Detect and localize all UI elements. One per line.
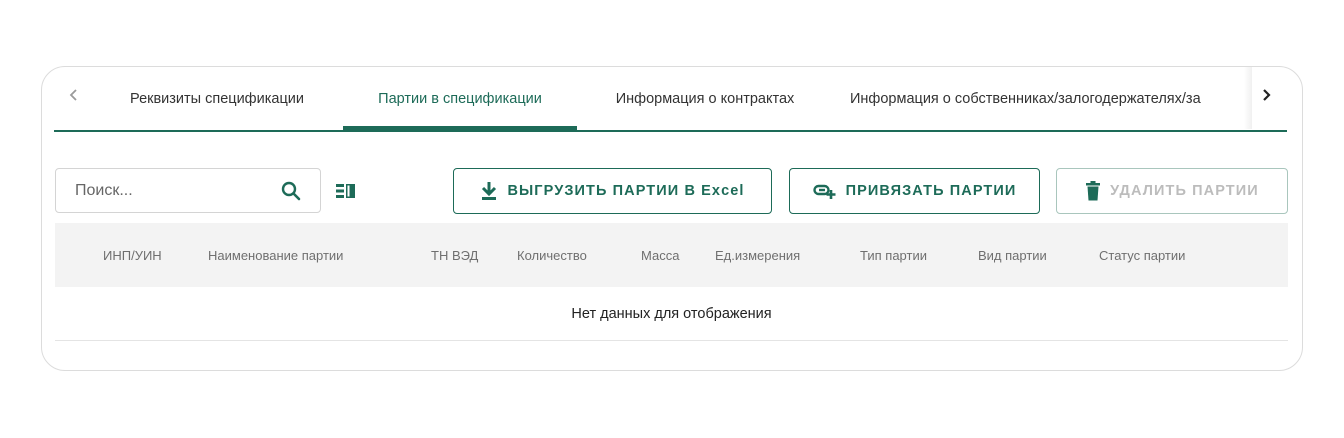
search-input[interactable]	[57, 170, 267, 211]
tab-requisites[interactable]: Реквизиты спецификации	[112, 67, 322, 131]
column-header-mass[interactable]: Масса	[641, 223, 679, 287]
export-excel-label: ВЫГРУЗИТЬ ПАРТИИ В Excel	[507, 183, 745, 199]
table-bottom-border	[55, 340, 1288, 341]
column-header-inp[interactable]: ИНП/УИН	[103, 223, 162, 287]
column-header-unit[interactable]: Ед.измерения	[715, 223, 800, 287]
column-header-tnved[interactable]: ТН ВЭД	[431, 223, 478, 287]
table-header: ИНП/УИН Наименование партии ТН ВЭД Колич…	[55, 223, 1288, 287]
tabs-scroll-left[interactable]	[62, 83, 86, 107]
chevron-right-icon	[1263, 89, 1271, 101]
delete-batches-label: УДАЛИТЬ ПАРТИИ	[1110, 183, 1259, 199]
column-header-batch-kind[interactable]: Вид партии	[978, 223, 1047, 287]
tabs-scroll-shadow	[1244, 67, 1252, 129]
search-button[interactable]	[278, 178, 304, 204]
tab-bar: Реквизиты спецификации Партии в специфик…	[42, 67, 1302, 132]
tab-owners[interactable]: Информация о собственниках/залогодержате…	[850, 67, 1250, 131]
bind-batches-button[interactable]: ПРИВЯЗАТЬ ПАРТИИ	[789, 168, 1040, 214]
specification-card: Реквизиты спецификации Партии в специфик…	[41, 66, 1303, 371]
delete-batches-button[interactable]: УДАЛИТЬ ПАРТИИ	[1056, 168, 1288, 214]
empty-table-message: Нет данных для отображения	[571, 306, 772, 322]
trash-icon	[1086, 181, 1101, 201]
search-icon	[281, 181, 301, 201]
column-header-batch-type[interactable]: Тип партии	[860, 223, 927, 287]
tab-batches[interactable]: Партии в спецификации	[343, 67, 577, 131]
columns-icon	[336, 184, 355, 198]
column-header-quantity[interactable]: Количество	[517, 223, 587, 287]
tabs-divider	[54, 130, 1287, 132]
bind-batches-label: ПРИВЯЗАТЬ ПАРТИИ	[845, 183, 1017, 199]
column-header-name[interactable]: Наименование партии	[208, 223, 343, 287]
search-box	[55, 168, 321, 213]
link-add-icon	[812, 184, 836, 199]
download-icon	[482, 182, 497, 200]
export-excel-button[interactable]: ВЫГРУЗИТЬ ПАРТИИ В Excel	[453, 168, 772, 214]
tabs-scroll-right[interactable]	[1254, 83, 1278, 107]
chevron-left-icon	[69, 89, 77, 101]
column-settings-button[interactable]	[333, 179, 359, 203]
tab-contracts[interactable]: Информация о контрактах	[590, 67, 820, 131]
column-header-status[interactable]: Статус партии	[1099, 223, 1185, 287]
